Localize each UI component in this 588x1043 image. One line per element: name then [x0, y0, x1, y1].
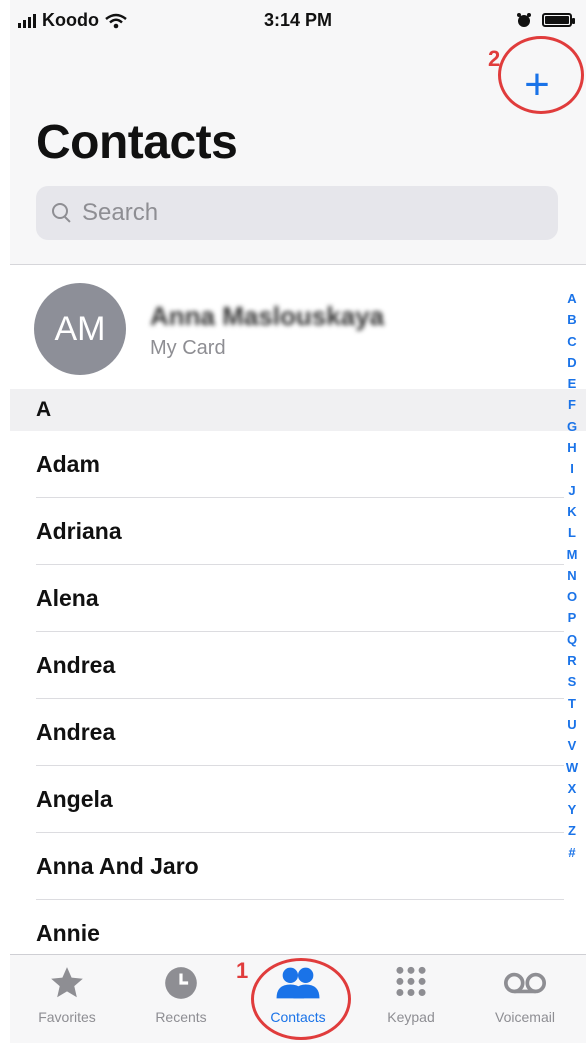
- annotation-circle-contacts: [251, 958, 351, 1040]
- tab-label: Favorites: [38, 1009, 96, 1025]
- contact-name: Angela: [36, 786, 113, 812]
- index-letter[interactable]: Y: [568, 799, 577, 820]
- annotation-step-1: 1: [236, 958, 249, 983]
- tab-label: Keypad: [387, 1009, 435, 1025]
- index-letter[interactable]: K: [567, 501, 576, 522]
- index-letter[interactable]: Q: [567, 629, 577, 650]
- list-item[interactable]: Adriana: [10, 498, 586, 565]
- contact-name: Anna And Jaro: [36, 853, 199, 879]
- index-letter[interactable]: D: [567, 352, 576, 373]
- index-letter[interactable]: R: [567, 650, 576, 671]
- index-letter[interactable]: E: [568, 373, 577, 394]
- index-letter[interactable]: X: [568, 778, 577, 799]
- index-letter[interactable]: P: [568, 607, 577, 628]
- search-placeholder: Search: [82, 199, 159, 226]
- contact-name: Annie: [36, 920, 100, 946]
- my-card-subtitle: My Card: [150, 337, 226, 359]
- search-icon: [50, 201, 74, 225]
- contact-name: Adam: [36, 451, 100, 477]
- index-letter[interactable]: J: [568, 480, 575, 501]
- status-time: 3:14 PM: [263, 10, 333, 30]
- list-item[interactable]: Anna And Jaro: [10, 833, 586, 900]
- contact-name: Alena: [36, 585, 99, 611]
- index-letter[interactable]: W: [566, 757, 578, 778]
- index-letter[interactable]: O: [567, 586, 577, 607]
- clock-icon: [165, 967, 197, 999]
- index-letter[interactable]: #: [568, 842, 575, 863]
- index-letter[interactable]: L: [568, 522, 576, 543]
- list-item[interactable]: Adam: [10, 431, 586, 498]
- index-letter[interactable]: A: [567, 288, 576, 309]
- list-item[interactable]: Alena: [10, 565, 586, 632]
- my-card-name: Anna Maslouskaya: [150, 301, 385, 331]
- tab-keypad[interactable]: Keypad: [366, 961, 456, 1025]
- tab-favorites[interactable]: Favorites: [22, 961, 112, 1025]
- list-item[interactable]: Andrea: [10, 632, 586, 699]
- status-bar: Koodo 3:14 PM: [10, 8, 586, 38]
- tab-label: Recents: [155, 1009, 207, 1025]
- index-letter[interactable]: M: [567, 544, 578, 565]
- list-item[interactable]: Andrea: [10, 699, 586, 766]
- section-letter: A: [36, 398, 52, 421]
- annotation-circle-add: [498, 36, 584, 114]
- index-letter[interactable]: C: [567, 331, 576, 352]
- contacts-screen: Koodo 3:14 PM + 2 Contacts Search AM Ann…: [10, 0, 586, 1043]
- tab-voicemail[interactable]: Voicemail: [480, 961, 570, 1025]
- index-letter[interactable]: V: [568, 735, 577, 756]
- index-letter[interactable]: Z: [568, 820, 576, 841]
- my-card[interactable]: AM Anna Maslouskaya My Card: [10, 265, 586, 389]
- index-letter[interactable]: T: [568, 693, 576, 714]
- list-item[interactable]: Angela: [10, 766, 586, 833]
- contact-name: Adriana: [36, 518, 122, 544]
- index-letter[interactable]: I: [570, 458, 574, 479]
- battery-icon: [542, 13, 575, 27]
- index-letter[interactable]: B: [567, 309, 576, 330]
- keypad-icon: [396, 966, 426, 996]
- tab-recents[interactable]: Recents: [136, 961, 226, 1025]
- index-letter[interactable]: U: [567, 714, 576, 735]
- index-letter[interactable]: G: [567, 416, 577, 437]
- index-letter[interactable]: S: [568, 671, 577, 692]
- alphabet-index[interactable]: A B C D E F G H I J K L M N O P Q R S T …: [564, 288, 580, 863]
- star-icon: [51, 967, 83, 998]
- index-letter[interactable]: F: [568, 394, 576, 415]
- index-letter[interactable]: H: [567, 437, 576, 458]
- page-title: Contacts: [36, 116, 238, 169]
- avatar: AM: [34, 283, 126, 375]
- index-letter[interactable]: N: [567, 565, 576, 586]
- tab-label: Voicemail: [495, 1009, 555, 1025]
- annotation-step-2: 2: [488, 46, 501, 71]
- contact-name: Andrea: [36, 719, 116, 745]
- alarm-icon: [517, 13, 531, 27]
- search-input[interactable]: Search: [36, 186, 558, 240]
- contact-list: AM Anna Maslouskaya My Card A Adam Adria…: [10, 265, 586, 955]
- voicemail-icon: [503, 972, 547, 994]
- contact-name: Andrea: [36, 652, 116, 678]
- section-header: A: [10, 389, 586, 431]
